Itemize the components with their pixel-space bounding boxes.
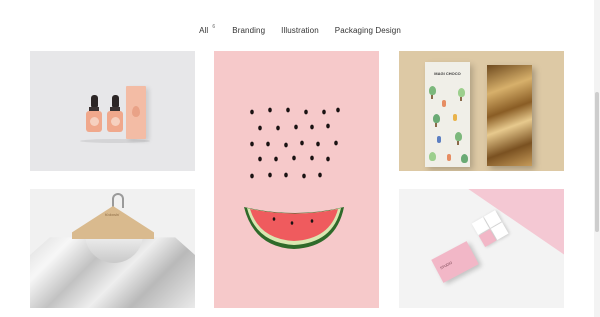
pack-title: MAGI CHOCO <box>434 71 461 76</box>
watermelon-slice <box>244 207 344 249</box>
chocolate-pack: MAGI CHOCO <box>425 62 470 167</box>
seeds <box>250 107 340 179</box>
watermelon-illustration <box>244 107 344 249</box>
filter-all-count: 6 <box>212 24 216 30</box>
filter-illustration[interactable]: Illustration <box>280 24 320 38</box>
product-box <box>126 86 146 139</box>
hanger-brand: Kokoshi <box>104 212 120 217</box>
portfolio-item-watermelon[interactable] <box>214 51 379 308</box>
scrollbar-thumb[interactable] <box>595 92 599 232</box>
filter-branding[interactable]: Branding <box>231 24 266 38</box>
portfolio-page: All 6 Branding Illustration Packaging De… <box>0 0 600 317</box>
portfolio-filter-bar: All 6 Branding Illustration Packaging De… <box>0 24 600 38</box>
portfolio-item-business-cards[interactable]: STUDIO <box>399 189 564 308</box>
portfolio-item-bottles[interactable] <box>30 51 195 171</box>
portfolio-item-chocolate[interactable]: MAGI CHOCO <box>399 51 564 171</box>
filter-all[interactable]: All 6 <box>198 24 215 38</box>
wooden-hanger <box>72 206 154 239</box>
filter-all-label: All <box>199 26 209 35</box>
filter-packaging-design[interactable]: Packaging Design <box>334 24 402 38</box>
chocolate-bar-foil <box>487 65 532 166</box>
hanger-hook <box>112 193 124 208</box>
portfolio-item-hoodie[interactable]: Kokoshi <box>30 189 195 308</box>
shadow <box>80 139 150 143</box>
